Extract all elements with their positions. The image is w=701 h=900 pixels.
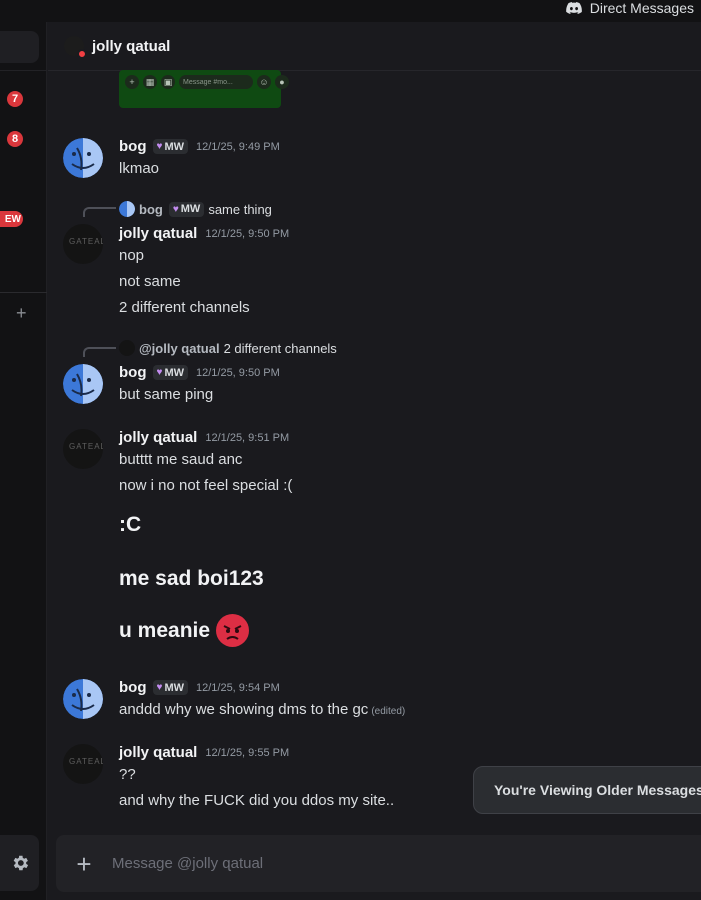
guild-tag[interactable]: ♥ MW xyxy=(152,365,188,380)
message-heading: u meanie xyxy=(119,618,211,642)
guild-tag[interactable]: ♥ MW xyxy=(152,680,188,695)
heart-icon: ♥ xyxy=(172,203,179,215)
timestamp: 12/1/25, 9:51 PM xyxy=(205,431,290,444)
message-text-row: anddd why we showing dms to the gc (edite… xyxy=(119,701,405,718)
older-messages-label: You're Viewing Older Messages xyxy=(494,782,701,798)
guild-tag-label: MW xyxy=(164,366,184,379)
timestamp: 12/1/25, 9:50 PM xyxy=(205,227,290,240)
edited-label: (edited) xyxy=(371,706,406,717)
rail-divider xyxy=(0,292,47,293)
message-header: bog ♥ MW 12/1/25, 9:49 PM xyxy=(119,138,280,155)
message-text: nop xyxy=(119,247,145,264)
author-name[interactable]: jolly ɋatual xyxy=(119,744,197,761)
author-name[interactable]: bog xyxy=(119,138,147,155)
reply-preview[interactable]: @jolly ɋatual 2 different channels xyxy=(119,340,337,356)
message-text: butttt me saud anc xyxy=(119,451,243,468)
avatar-jolly[interactable]: GATEAL xyxy=(63,744,103,784)
left-rail: 7 8 EW + xyxy=(0,22,47,900)
discord-icon xyxy=(565,1,582,14)
reply-author[interactable]: bog xyxy=(139,202,163,217)
add-dm-icon[interactable]: + xyxy=(16,303,27,324)
reply-tag-label: MW xyxy=(180,203,201,215)
message-text: now i no not feel special :( xyxy=(119,477,293,494)
gear-icon xyxy=(13,855,28,871)
heart-icon: ♥ xyxy=(156,367,163,378)
chat-main: jolly ɋatual + ▦ ▣ Message #mo... ☺ ● bo… xyxy=(48,22,701,900)
image-attachment[interactable]: + ▦ ▣ Message #mo... ☺ ● xyxy=(119,70,289,108)
author-name[interactable]: jolly ɋatual xyxy=(119,225,197,242)
message-heading-row: u meanie xyxy=(119,614,250,647)
heart-icon: ♥ xyxy=(156,141,163,152)
message-text: not same xyxy=(119,273,181,290)
message-text: ?? xyxy=(119,766,136,783)
timestamp: 12/1/25, 9:54 PM xyxy=(195,681,280,694)
heart-icon: ♥ xyxy=(156,682,163,693)
message-header: bog ♥ MW 12/1/25, 9:54 PM xyxy=(119,679,280,696)
older-messages-banner[interactable]: You're Viewing Older Messages xyxy=(473,766,701,814)
avatar-bog[interactable] xyxy=(63,364,103,404)
embed-plus-icon: + xyxy=(125,75,139,89)
unread-badge-1[interactable]: 7 xyxy=(7,91,23,107)
embed-message-input: Message #mo... xyxy=(179,75,253,89)
avatar-bog[interactable] xyxy=(63,679,103,719)
avatar-jolly[interactable]: GATEAL xyxy=(63,429,103,469)
reply-spine xyxy=(83,207,116,217)
header-avatar[interactable] xyxy=(64,36,87,59)
author-name[interactable]: bog xyxy=(119,679,147,696)
title-dm: Direct Messages xyxy=(565,0,694,16)
reply-text: same thing xyxy=(208,201,272,217)
reply-text: 2 different channels xyxy=(223,340,337,356)
author-name[interactable]: jolly ɋatual xyxy=(119,429,197,446)
timestamp: 12/1/25, 9:50 PM xyxy=(195,366,280,379)
message-text: 2 different channels xyxy=(119,299,250,316)
timestamp: 12/1/25, 9:55 PM xyxy=(205,746,290,759)
header-name[interactable]: jolly ɋatual xyxy=(92,38,170,55)
message-header: jolly ɋatual 12/1/25, 9:50 PM xyxy=(119,225,289,242)
new-pill[interactable]: EW xyxy=(0,211,23,227)
message-text: but same ping xyxy=(119,386,214,403)
message-text: and why the FUCK did you ddos my site.. xyxy=(119,792,395,809)
message-composer[interactable]: + Message @jolly ɋatual xyxy=(56,835,701,892)
guild-tag-label: MW xyxy=(164,681,184,694)
dnd-status-icon xyxy=(77,49,87,59)
timestamp: 12/1/25, 9:49 PM xyxy=(195,140,280,153)
embed-gift-icon: ▣ xyxy=(161,75,175,89)
avatar-jolly[interactable]: GATEAL xyxy=(63,224,103,264)
reply-avatar xyxy=(119,201,135,217)
reply-spine xyxy=(83,347,116,357)
angry-face-emoji[interactable] xyxy=(216,614,250,647)
reply-avatar xyxy=(119,340,135,356)
search-box[interactable] xyxy=(0,31,39,63)
chat-header: jolly ɋatual xyxy=(48,22,701,71)
author-name[interactable]: bog xyxy=(119,364,147,381)
message-header: bog ♥ MW 12/1/25, 9:50 PM xyxy=(119,364,280,381)
title-bar: Direct Messages xyxy=(0,0,701,22)
unread-badge-2[interactable]: 8 xyxy=(7,131,23,147)
plus-icon[interactable]: + xyxy=(56,851,112,877)
guild-tag-label: MW xyxy=(164,140,184,153)
reply-author[interactable]: @jolly ɋatual xyxy=(139,341,220,356)
message-heading: :C xyxy=(119,513,142,536)
message-text: anddd why we showing dms to the gc xyxy=(119,701,369,718)
reply-preview[interactable]: bog ♥ MW same thing xyxy=(119,201,272,217)
title-text: Direct Messages xyxy=(589,0,694,16)
avatar-bog[interactable] xyxy=(63,138,103,178)
message-heading: me sad boi123 xyxy=(119,567,264,590)
message-header: jolly ɋatual 12/1/25, 9:51 PM xyxy=(119,429,289,446)
message-input[interactable]: Message @jolly ɋatual xyxy=(112,855,263,872)
embed-apps-icon: ▦ xyxy=(143,75,157,89)
settings-button[interactable] xyxy=(0,835,39,891)
reply-guild-tag: ♥ MW xyxy=(168,201,205,217)
embed-emoji-icon: ☺ xyxy=(257,75,271,89)
embed-mic-icon: ● xyxy=(275,75,289,89)
guild-tag[interactable]: ♥ MW xyxy=(152,139,188,154)
rail-divider-top xyxy=(0,70,47,71)
message-text: lkmao xyxy=(119,160,160,177)
message-header: jolly ɋatual 12/1/25, 9:55 PM xyxy=(119,744,289,761)
